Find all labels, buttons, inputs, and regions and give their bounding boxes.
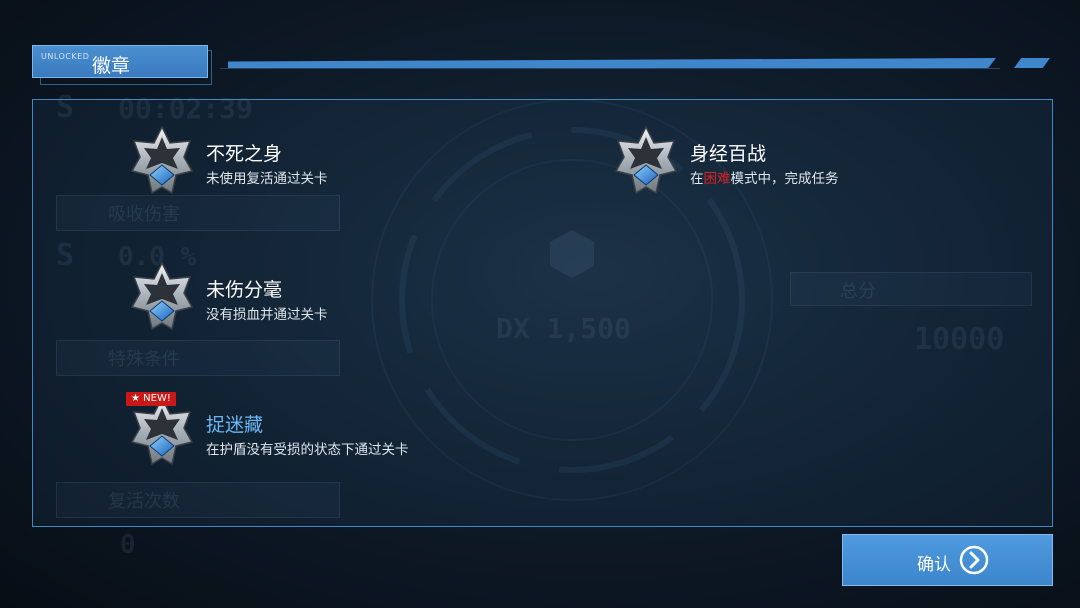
- confirm-label: 确认: [917, 555, 951, 575]
- badge-desc: 未使用复活通过关卡: [206, 171, 328, 187]
- badge-desc: 没有损血并通过关卡: [206, 307, 328, 323]
- bg-revive-count: 0: [120, 530, 136, 560]
- silver-star-medal-icon: [614, 125, 678, 195]
- desc-highlight: 困难: [703, 171, 731, 187]
- desc-prefix: 在: [690, 171, 704, 187]
- badge-desc: 在护盾没有受损的状态下通过关卡: [206, 442, 409, 458]
- new-badge: ★ NEW!: [126, 392, 176, 406]
- silver-star-medal-icon: [130, 396, 194, 466]
- unlocked-tag: UNLOCKED: [41, 52, 90, 61]
- badge-name: 身经百战: [690, 143, 767, 165]
- confirm-button[interactable]: 确认: [842, 534, 1053, 586]
- badge-name: 捉迷藏: [206, 414, 264, 436]
- desc-suffix: 模式中，完成任务: [730, 171, 839, 187]
- badge-name: 未伤分毫: [206, 279, 283, 301]
- silver-star-medal-icon: [130, 261, 194, 331]
- chevron-right-circle-icon: [959, 545, 989, 575]
- header-divider: [220, 68, 1000, 69]
- badge-desc: 在困难模式中，完成任务: [690, 167, 839, 187]
- page-title: 徽章: [92, 55, 131, 77]
- silver-star-medal-icon: [130, 125, 194, 195]
- badge-name: 不死之身: [206, 143, 283, 165]
